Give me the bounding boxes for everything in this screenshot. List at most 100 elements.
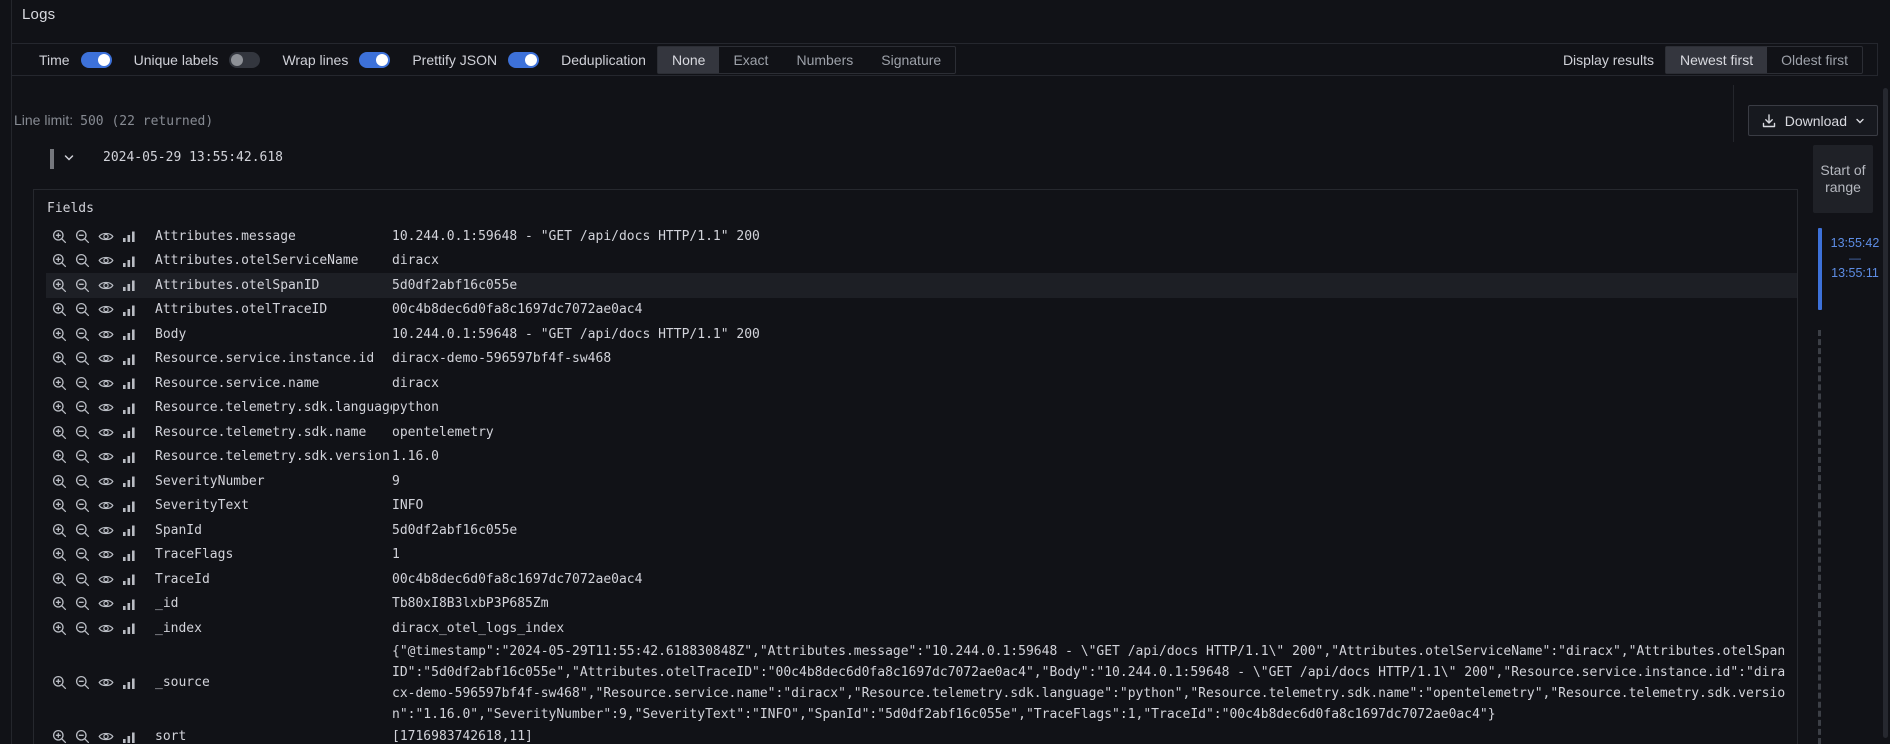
zoom-out-icon[interactable] [75, 572, 90, 587]
eye-icon[interactable] [98, 327, 114, 342]
stats-icon[interactable] [122, 229, 136, 243]
eye-icon[interactable] [98, 572, 114, 587]
zoom-out-icon[interactable] [75, 498, 90, 513]
stats-icon[interactable] [122, 278, 136, 292]
zoom-in-icon[interactable] [52, 596, 67, 611]
eye-icon[interactable] [98, 498, 114, 513]
dedup-option-none[interactable]: None [658, 47, 719, 73]
display-option-oldest-first[interactable]: Oldest first [1767, 47, 1862, 73]
eye-icon[interactable] [98, 547, 114, 562]
collapse-chevron-icon[interactable] [63, 152, 75, 164]
stats-icon[interactable] [122, 327, 136, 341]
stats-icon[interactable] [122, 676, 136, 690]
zoom-in-icon[interactable] [52, 302, 67, 317]
zoom-in-icon[interactable] [52, 327, 67, 342]
eye-icon[interactable] [98, 278, 114, 293]
prettify-json-switch[interactable] [508, 52, 539, 68]
stats-icon[interactable] [122, 401, 136, 415]
zoom-out-icon[interactable] [75, 302, 90, 317]
zoom-out-icon[interactable] [75, 523, 90, 538]
field-row: SeverityText INFO [46, 494, 1797, 519]
eye-icon[interactable] [98, 376, 114, 391]
zoom-in-icon[interactable] [52, 253, 67, 268]
eye-icon[interactable] [98, 425, 114, 440]
field-row-actions [52, 596, 155, 611]
stats-icon[interactable] [122, 254, 136, 268]
zoom-out-icon[interactable] [75, 327, 90, 342]
stats-icon[interactable] [122, 352, 136, 366]
field-row-actions [52, 572, 155, 587]
range-time-labels[interactable]: 13:55:42 — 13:55:11 [1826, 236, 1884, 280]
stats-icon[interactable] [122, 499, 136, 513]
stats-icon[interactable] [122, 303, 136, 317]
eye-icon[interactable] [98, 302, 114, 317]
zoom-out-icon[interactable] [75, 278, 90, 293]
eye-icon[interactable] [98, 400, 114, 415]
eye-icon[interactable] [98, 596, 114, 611]
zoom-in-icon[interactable] [52, 376, 67, 391]
zoom-in-icon[interactable] [52, 498, 67, 513]
zoom-in-icon[interactable] [52, 351, 67, 366]
eye-icon[interactable] [98, 351, 114, 366]
zoom-out-icon[interactable] [75, 596, 90, 611]
eye-icon[interactable] [98, 523, 114, 538]
zoom-in-icon[interactable] [52, 425, 67, 440]
dedup-option-numbers[interactable]: Numbers [782, 47, 867, 73]
eye-icon[interactable] [98, 449, 114, 464]
zoom-in-icon[interactable] [52, 547, 67, 562]
stats-icon[interactable] [122, 730, 136, 744]
zoom-out-icon[interactable] [75, 474, 90, 489]
eye-icon[interactable] [98, 229, 114, 244]
dedup-option-signature[interactable]: Signature [867, 47, 955, 73]
zoom-in-icon[interactable] [52, 449, 67, 464]
eye-icon[interactable] [98, 253, 114, 268]
zoom-in-icon[interactable] [52, 400, 67, 415]
unique-labels-switch[interactable] [229, 52, 260, 68]
zoom-out-icon[interactable] [75, 621, 90, 636]
zoom-in-icon[interactable] [52, 474, 67, 489]
zoom-out-icon[interactable] [75, 229, 90, 244]
eye-icon[interactable] [98, 729, 114, 744]
zoom-out-icon[interactable] [75, 675, 90, 690]
unique-labels-label: Unique labels [134, 52, 219, 68]
time-switch[interactable] [81, 52, 112, 68]
download-button[interactable]: Download [1748, 105, 1878, 136]
stats-icon[interactable] [122, 597, 136, 611]
zoom-in-icon[interactable] [52, 278, 67, 293]
stats-icon[interactable] [122, 474, 136, 488]
eye-icon[interactable] [98, 675, 114, 690]
field-value: INFO [392, 495, 1787, 516]
range-marker-bar [1818, 228, 1822, 310]
display-option-newest-first[interactable]: Newest first [1666, 47, 1767, 73]
stats-icon[interactable] [122, 450, 136, 464]
zoom-in-icon[interactable] [52, 523, 67, 538]
stats-icon[interactable] [122, 523, 136, 537]
stats-icon[interactable] [122, 425, 136, 439]
zoom-out-icon[interactable] [75, 351, 90, 366]
zoom-in-icon[interactable] [52, 729, 67, 744]
stats-icon[interactable] [122, 376, 136, 390]
zoom-out-icon[interactable] [75, 253, 90, 268]
zoom-out-icon[interactable] [75, 400, 90, 415]
panel-left-border [11, 0, 12, 744]
stats-icon[interactable] [122, 548, 136, 562]
eye-icon[interactable] [98, 621, 114, 636]
wrap-lines-switch[interactable] [359, 52, 390, 68]
dedup-option-exact[interactable]: Exact [719, 47, 782, 73]
deduplication-button-group: NoneExactNumbersSignature [657, 46, 956, 74]
zoom-in-icon[interactable] [52, 229, 67, 244]
stats-icon[interactable] [122, 621, 136, 635]
zoom-in-icon[interactable] [52, 675, 67, 690]
zoom-out-icon[interactable] [75, 729, 90, 744]
zoom-out-icon[interactable] [75, 376, 90, 391]
start-of-range-button[interactable]: Start of range [1813, 145, 1873, 213]
stats-icon[interactable] [122, 572, 136, 586]
vertical-scrollbar[interactable] [1883, 88, 1888, 738]
zoom-out-icon[interactable] [75, 547, 90, 562]
field-name: Resource.telemetry.sdk.language [155, 400, 392, 415]
eye-icon[interactable] [98, 474, 114, 489]
zoom-out-icon[interactable] [75, 425, 90, 440]
zoom-in-icon[interactable] [52, 621, 67, 636]
zoom-in-icon[interactable] [52, 572, 67, 587]
zoom-out-icon[interactable] [75, 449, 90, 464]
